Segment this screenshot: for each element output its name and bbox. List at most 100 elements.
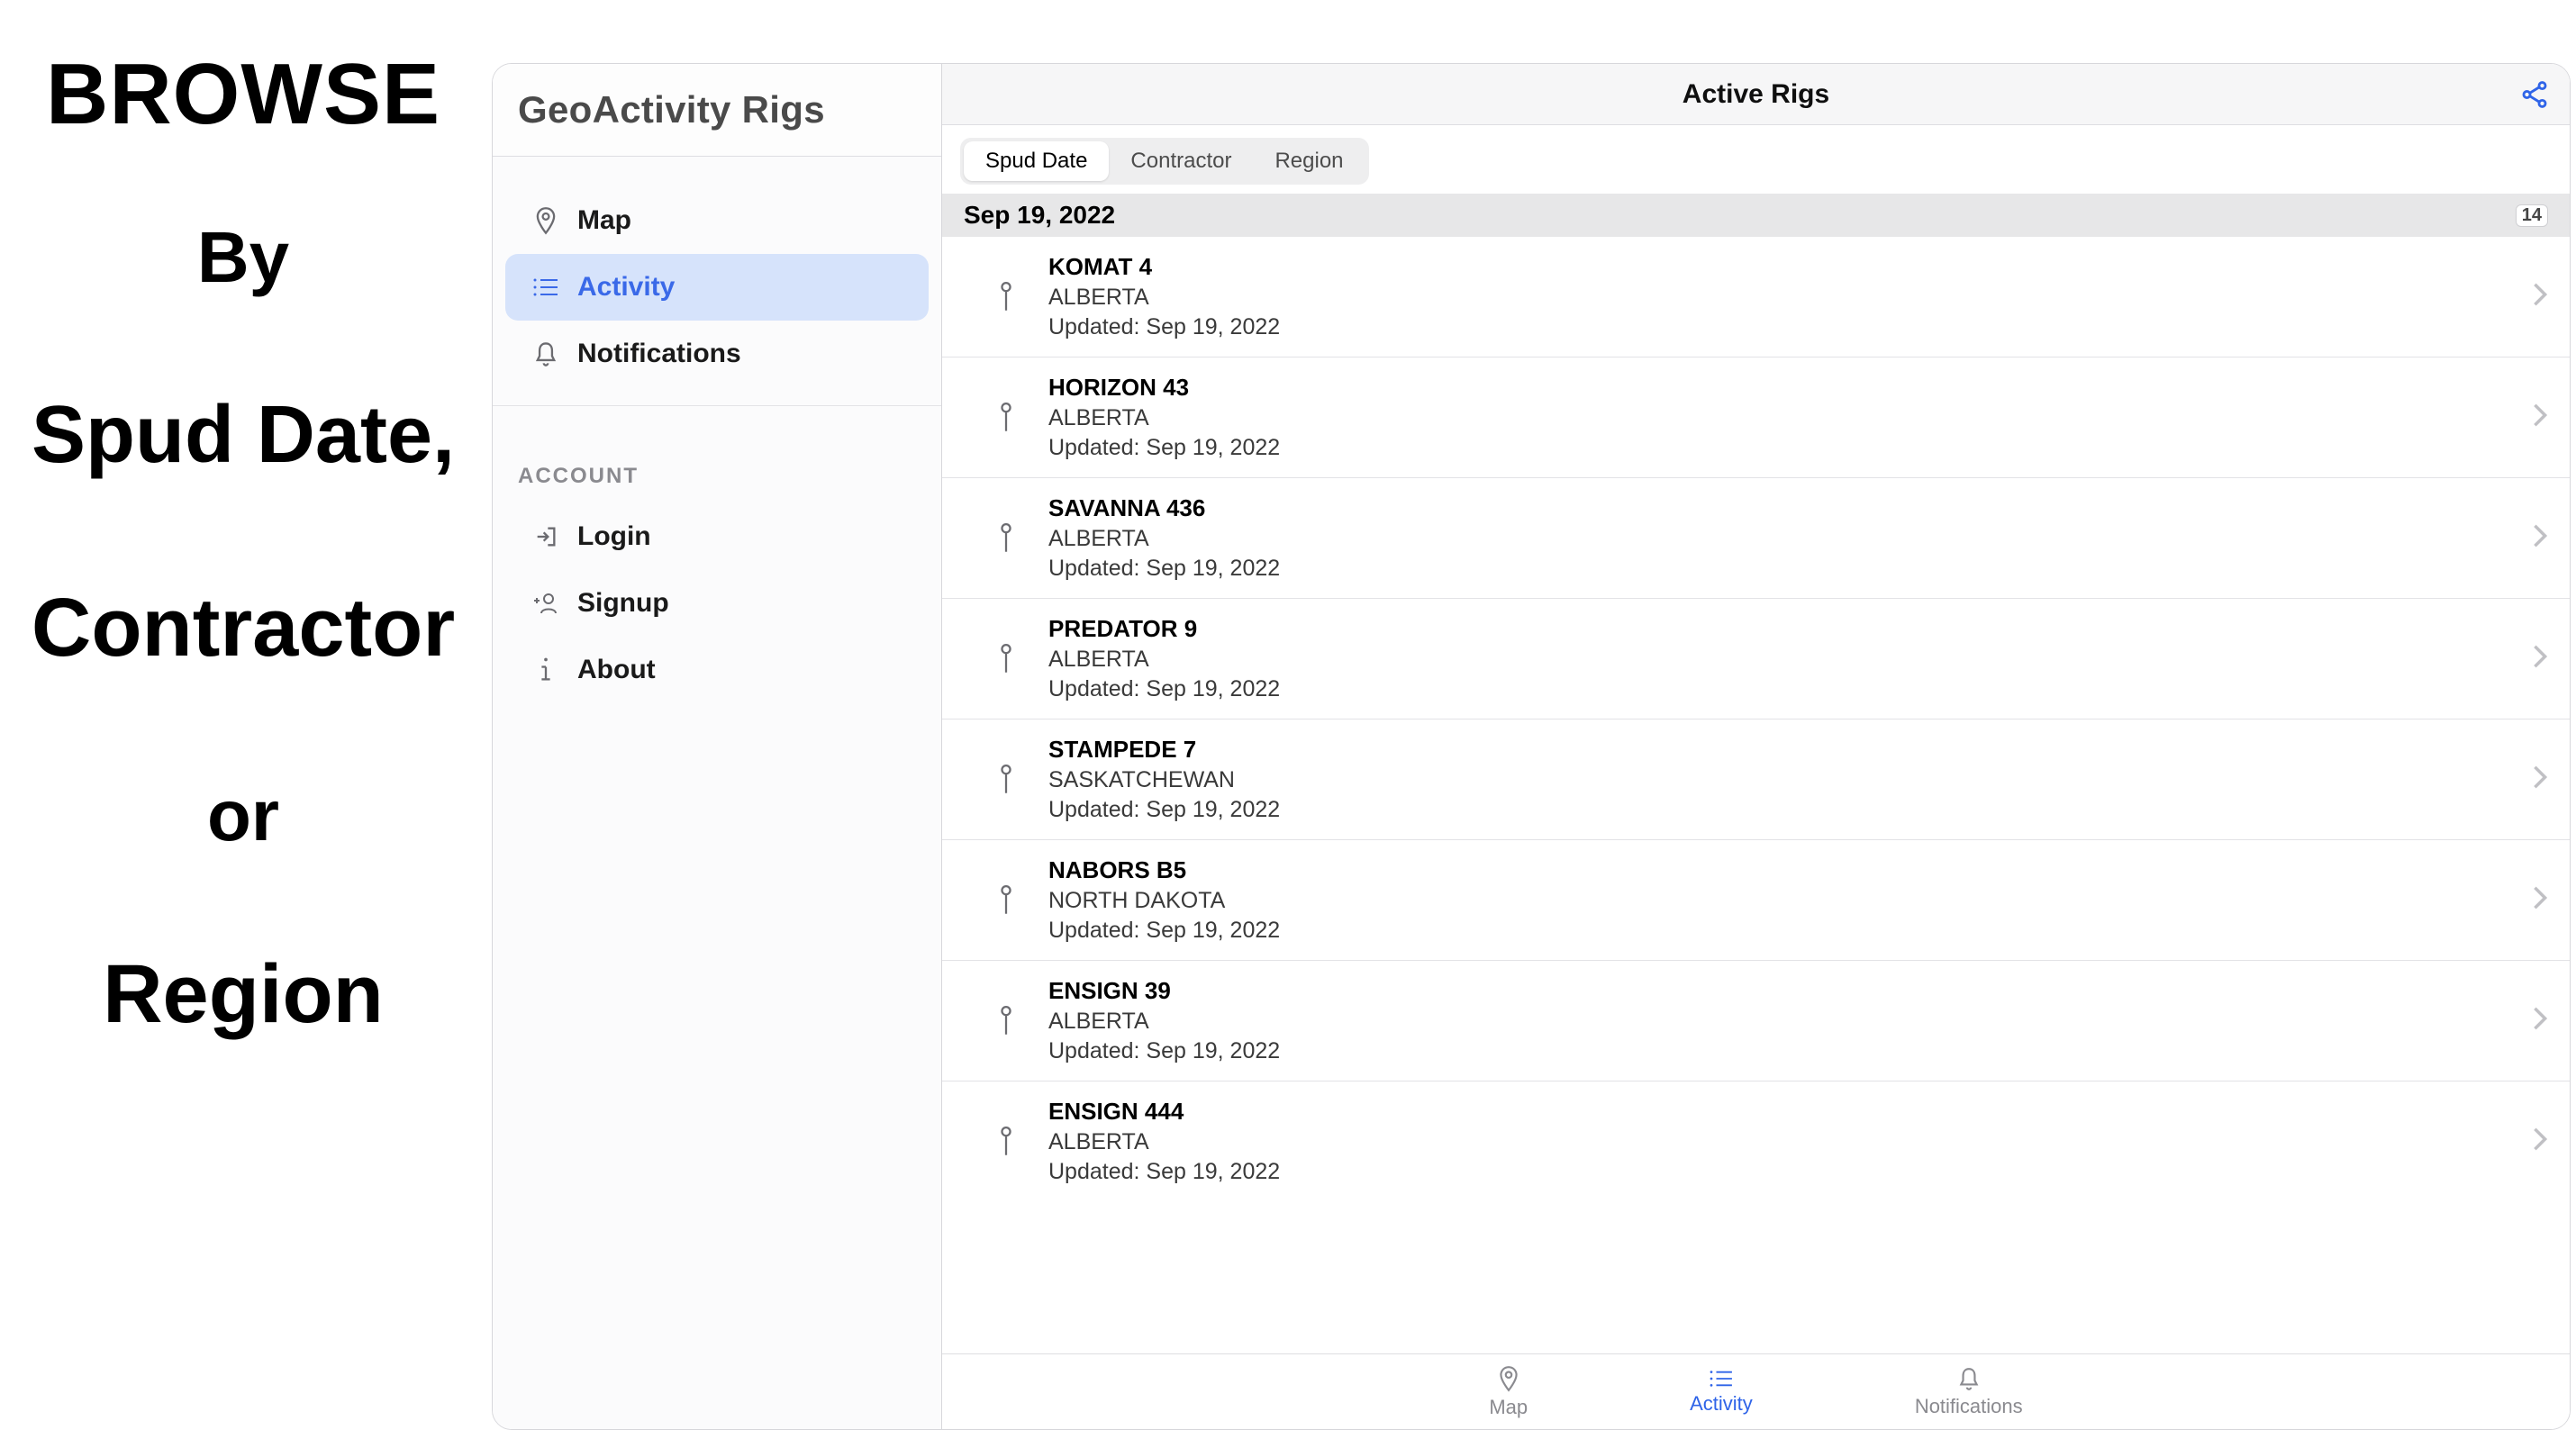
sidebar-item-signup[interactable]: Signup	[505, 570, 929, 637]
sidebar-item-activity[interactable]: Activity	[505, 254, 929, 321]
rig-list: KOMAT 4ALBERTAUpdated: Sep 19, 2022 HORIZ…	[942, 237, 2570, 1353]
chevron-right-icon	[2532, 644, 2548, 674]
rig-region: ALBERTA	[1048, 1009, 2532, 1035]
sidebar-item-about[interactable]: About	[505, 637, 929, 703]
rig-region: ALBERTA	[1048, 405, 2532, 431]
share-icon	[2519, 79, 2550, 110]
chevron-right-icon	[2532, 403, 2548, 432]
segmented-control: Spud Date Contractor Region	[960, 138, 1369, 185]
tab-label: Notifications	[1915, 1395, 2023, 1418]
tab-label: Map	[1489, 1396, 1528, 1419]
promo-line-region: Region	[103, 947, 384, 1042]
login-icon	[514, 524, 577, 549]
bottom-tab-bar: Map Activity Notifications	[942, 1353, 2570, 1429]
rig-row[interactable]: SAVANNA 436 ALBERTA Updated: Sep 19, 2022	[942, 478, 2570, 599]
share-button[interactable]	[2516, 76, 2553, 113]
rig-row-body: ENSIGN 39ALBERTAUpdated: Sep 19, 2022	[1027, 977, 2532, 1064]
sidebar-account-nav: Login Signup About	[493, 503, 941, 712]
rig-updated: Updated: Sep 19, 2022	[1048, 1038, 2532, 1064]
tab-label: Activity	[1690, 1392, 1753, 1416]
sidebar-item-map[interactable]: Map	[505, 187, 929, 254]
rig-pin-icon	[985, 644, 1027, 674]
main-panel: Active Rigs Spud Date Contractor Region …	[942, 64, 2570, 1429]
section-count-badge: 14	[2516, 204, 2548, 227]
rig-region: NORTH DAKOTA	[1048, 888, 2532, 914]
rig-region: ALBERTA	[1048, 1129, 2532, 1155]
promo-line-spud: Spud Date,	[32, 389, 455, 482]
rig-row[interactable]: STAMPEDE 7 SASKATCHEWAN Updated: Sep 19, 2…	[942, 719, 2570, 840]
rig-row-body: SAVANNA 436 ALBERTA Updated: Sep 19, 2022	[1027, 494, 2532, 582]
rig-row[interactable]: NABORS B5 NORTH DAKOTA Updated: Sep 19, 20…	[942, 840, 2570, 961]
rig-updated: Updated: Sep 19, 2022	[1048, 918, 2532, 944]
rig-name: NABORS B5	[1048, 856, 2532, 884]
rig-pin-icon	[985, 765, 1027, 795]
section-date: Sep 19, 2022	[964, 201, 1115, 230]
sidebar-header: GeoActivity Rigs	[493, 64, 941, 157]
promo-text-block: BROWSE By Spud Date, Contractor or Regio…	[0, 0, 486, 1448]
promo-line-by: By	[197, 216, 289, 299]
promo-line-or: or	[207, 774, 279, 857]
chevron-right-icon	[2532, 1006, 2548, 1036]
chevron-right-icon	[2532, 523, 2548, 553]
sidebar-divider	[493, 405, 941, 406]
sidebar-item-login[interactable]: Login	[505, 503, 929, 570]
rig-pin-icon	[985, 1006, 1027, 1036]
promo-line-contractor: Contractor	[32, 581, 455, 675]
rig-updated: Updated: Sep 19, 2022	[1048, 676, 2532, 702]
rig-row[interactable]: KOMAT 4ALBERTAUpdated: Sep 19, 2022	[942, 237, 2570, 357]
rig-name: ENSIGN 444	[1048, 1098, 2532, 1126]
list-icon	[514, 276, 577, 298]
rig-updated: Updated: Sep 19, 2022	[1048, 556, 2532, 582]
rig-region: SASKATCHEWAN	[1048, 767, 2532, 793]
sidebar-item-label: About	[577, 655, 656, 685]
segmented-control-row: Spud Date Contractor Region	[942, 125, 2570, 194]
segment-spud-date[interactable]: Spud Date	[964, 141, 1109, 181]
info-icon	[514, 656, 577, 683]
rig-updated: Updated: Sep 19, 2022	[1048, 1159, 2532, 1185]
rig-name: HORIZON 43	[1048, 374, 2532, 402]
chevron-right-icon	[2532, 1127, 2548, 1156]
rig-row[interactable]: ENSIGN 444 ALBERTA Updated: Sep 19, 2022	[942, 1081, 2570, 1201]
rig-region: ALBERTA	[1048, 647, 2532, 673]
list-section-header: Sep 19, 2022 14	[942, 194, 2570, 237]
sidebar-item-label: Notifications	[577, 339, 741, 369]
sidebar-item-notifications[interactable]: Notifications	[505, 321, 929, 387]
promo-line-browse: BROWSE	[46, 45, 440, 144]
rig-updated: Updated: Sep 19, 2022	[1048, 797, 2532, 823]
app-title: GeoActivity Rigs	[518, 88, 825, 131]
page-title: Active Rigs	[1683, 79, 1829, 110]
rig-pin-icon	[985, 403, 1027, 433]
rig-row[interactable]: HORIZON 43ALBERTAUpdated: Sep 19, 2022	[942, 357, 2570, 478]
rig-row-body: KOMAT 4ALBERTAUpdated: Sep 19, 2022	[1027, 253, 2532, 340]
segment-region[interactable]: Region	[1253, 141, 1365, 181]
chevron-right-icon	[2532, 282, 2548, 312]
rig-row-body: ENSIGN 444 ALBERTA Updated: Sep 19, 2022	[1027, 1098, 2532, 1185]
rig-row[interactable]: ENSIGN 39ALBERTAUpdated: Sep 19, 2022	[942, 961, 2570, 1081]
rig-name: SAVANNA 436	[1048, 494, 2532, 522]
sidebar-nav: Map Activity Notifications	[493, 157, 941, 396]
add-user-icon	[514, 592, 577, 615]
chevron-right-icon	[2532, 765, 2548, 794]
chevron-right-icon	[2532, 885, 2548, 915]
rig-name: PREDATOR 9	[1048, 615, 2532, 643]
tab-activity[interactable]: Activity	[1690, 1369, 1753, 1416]
rig-row-body: HORIZON 43ALBERTAUpdated: Sep 19, 2022	[1027, 374, 2532, 461]
rig-pin-icon	[985, 523, 1027, 554]
sidebar-section-account-label: ACCOUNT	[493, 415, 941, 503]
rig-row-body: NABORS B5 NORTH DAKOTA Updated: Sep 19, 20…	[1027, 856, 2532, 944]
rig-region: ALBERTA	[1048, 285, 2532, 311]
map-pin-icon	[1497, 1365, 1520, 1392]
app-frame: GeoActivity Rigs Map Activity Notificati…	[492, 63, 2571, 1430]
list-icon	[1709, 1369, 1734, 1389]
sidebar-item-label: Activity	[577, 272, 675, 303]
map-pin-icon	[514, 206, 577, 235]
tab-map[interactable]: Map	[1489, 1365, 1528, 1419]
rig-name: STAMPEDE 7	[1048, 736, 2532, 764]
rig-row-body: PREDATOR 9 ALBERTA Updated: Sep 19, 2022	[1027, 615, 2532, 702]
sidebar: GeoActivity Rigs Map Activity Notificati…	[493, 64, 942, 1429]
rig-row-body: STAMPEDE 7 SASKATCHEWAN Updated: Sep 19, 2…	[1027, 736, 2532, 823]
segment-contractor[interactable]: Contractor	[1109, 141, 1253, 181]
tab-notifications[interactable]: Notifications	[1915, 1366, 2023, 1418]
rig-row[interactable]: PREDATOR 9 ALBERTA Updated: Sep 19, 2022	[942, 599, 2570, 719]
rig-region: ALBERTA	[1048, 526, 2532, 552]
